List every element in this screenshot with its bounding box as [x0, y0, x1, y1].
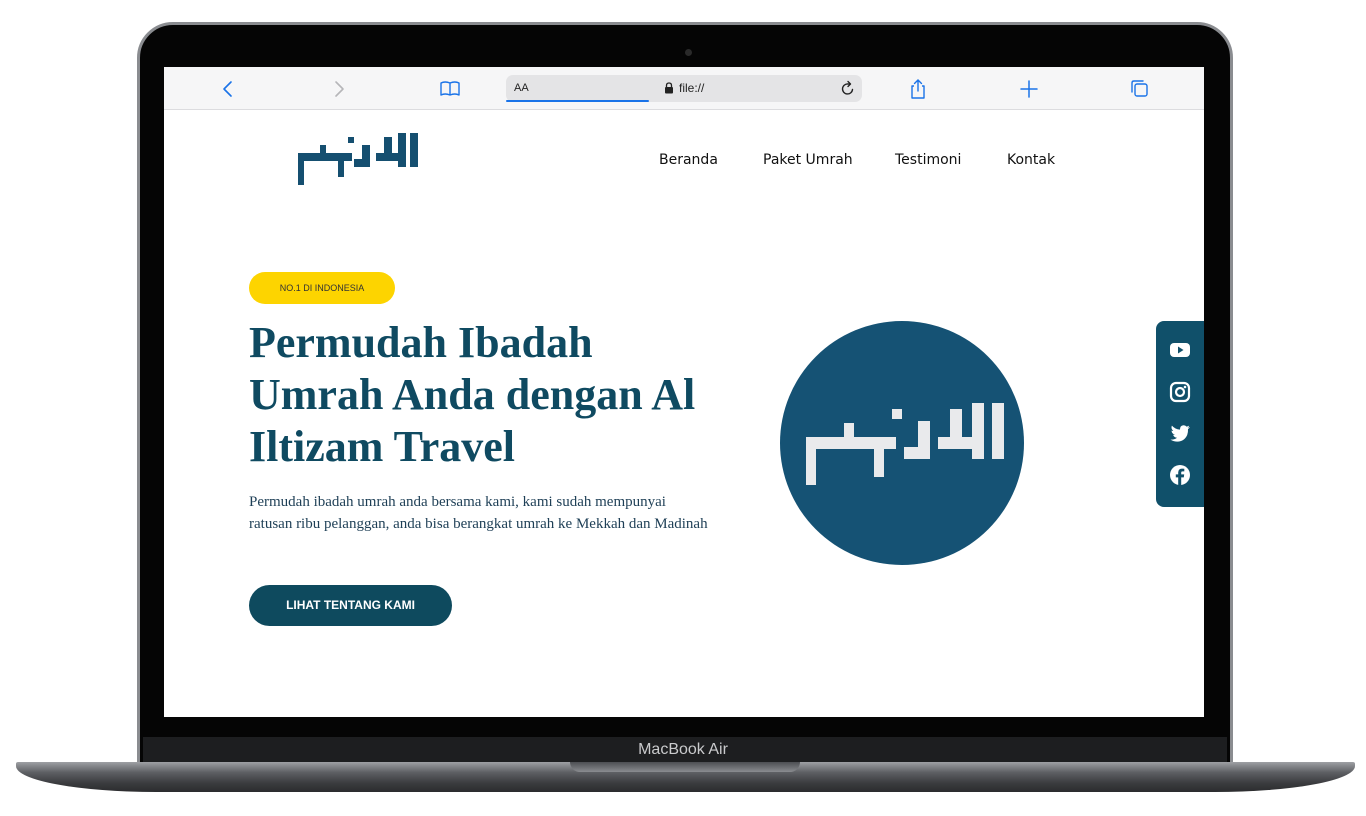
share-icon[interactable]	[906, 77, 930, 101]
page-load-progress	[506, 100, 649, 102]
browser-screen: AA file:// Beranda Paket Umrah Testimoni…	[164, 67, 1204, 717]
nav-testimoni[interactable]: Testimoni	[895, 152, 961, 168]
hero-title: Permudah Ibadah Umrah Anda dengan Al Ilt…	[249, 318, 696, 471]
laptop-notch	[570, 762, 800, 772]
new-tab-icon[interactable]	[1017, 77, 1041, 101]
reload-icon[interactable]	[840, 80, 856, 97]
hero-badge: NO.1 DI INDONESIA	[249, 272, 395, 304]
instagram-icon[interactable]	[1169, 381, 1191, 403]
back-icon[interactable]	[216, 77, 240, 101]
tabs-overview-icon[interactable]	[1128, 77, 1152, 101]
hero-description: Permudah ibadah umrah anda bersama kami,…	[249, 494, 708, 532]
nav-beranda[interactable]: Beranda	[659, 152, 718, 168]
site-logo[interactable]	[296, 131, 420, 187]
nav-kontak[interactable]: Kontak	[1007, 152, 1055, 168]
device-label: MacBook Air	[638, 741, 728, 758]
about-us-button[interactable]: LIHAT TENTANG KAMI	[249, 585, 452, 626]
nav-paket-umrah[interactable]: Paket Umrah	[763, 152, 853, 168]
social-sidebar	[1156, 321, 1204, 507]
bookmarks-icon[interactable]	[438, 77, 462, 101]
address-bar[interactable]: AA file://	[506, 75, 862, 102]
browser-toolbar: AA file://	[164, 67, 1204, 110]
twitter-icon[interactable]	[1169, 422, 1191, 444]
youtube-icon[interactable]	[1169, 339, 1191, 361]
text-size-button[interactable]: AA	[514, 82, 529, 94]
camera-dot	[685, 49, 692, 56]
hero-logo-circle	[780, 321, 1024, 565]
url-text: file://	[679, 81, 705, 95]
forward-icon[interactable]	[327, 77, 351, 101]
lock-icon	[665, 82, 673, 94]
facebook-icon[interactable]	[1169, 464, 1191, 486]
